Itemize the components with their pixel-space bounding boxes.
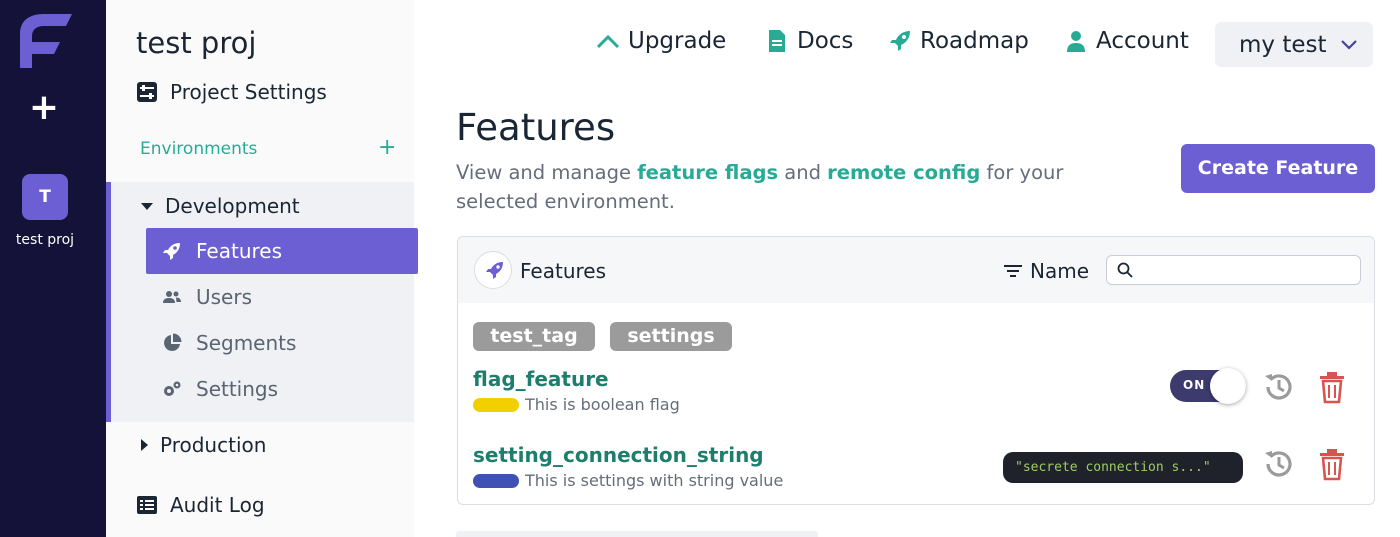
- sidebar-item-label: Features: [196, 239, 282, 263]
- document-icon: [769, 30, 785, 52]
- project-avatar[interactable]: T: [22, 174, 68, 220]
- features-panel-title: Features: [520, 259, 606, 283]
- sidebar-item-label: Settings: [196, 377, 279, 401]
- search-icon: [1117, 262, 1133, 278]
- users-icon: [163, 291, 181, 303]
- feature-description: This is boolean flag: [473, 395, 680, 414]
- project-name: test proj: [136, 26, 257, 60]
- sort-label: Name: [1030, 259, 1090, 283]
- sidebar-item-users[interactable]: Users: [146, 274, 418, 320]
- nav-docs-label: Docs: [797, 28, 854, 54]
- environment-name: Production: [160, 433, 267, 457]
- toggle-knob: [1210, 368, 1246, 404]
- sidebar-item-label: Segments: [196, 331, 297, 355]
- feature-flags-link[interactable]: feature flags: [637, 161, 778, 184]
- chevron-up-icon: [596, 34, 620, 49]
- app-rail: + T test proj: [0, 0, 106, 537]
- environment-development: Development Features Users Segments Sett…: [106, 182, 418, 422]
- environment-toggle-production[interactable]: Production: [141, 433, 266, 457]
- feature-name[interactable]: setting_connection_string: [473, 443, 764, 467]
- sort-icon: [1004, 265, 1022, 277]
- nav-account-label: Account: [1096, 28, 1189, 54]
- next-panel-edge: [456, 531, 818, 537]
- project-avatar-label: test proj: [15, 232, 75, 248]
- list-icon: [137, 496, 157, 514]
- rocket-icon: [486, 262, 503, 279]
- feature-description: This is settings with string value: [473, 471, 783, 490]
- remote-config-link[interactable]: remote config: [827, 161, 980, 184]
- history-icon[interactable]: [1262, 447, 1296, 481]
- page-description: View and manage feature flags and remote…: [456, 158, 1136, 216]
- rocket-icon: [163, 243, 180, 260]
- add-project-button[interactable]: +: [26, 90, 62, 126]
- feature-description-text: This is settings with string value: [525, 471, 784, 490]
- project-sidebar: test proj Project Settings Environments …: [106, 0, 418, 537]
- search-input[interactable]: [1139, 261, 1359, 279]
- rocket-icon: [890, 31, 910, 51]
- user-icon: [1067, 31, 1085, 52]
- nav-docs[interactable]: Docs: [765, 28, 853, 54]
- caret-right-icon: [141, 439, 148, 451]
- nav-roadmap-label: Roadmap: [920, 28, 1029, 54]
- create-feature-button[interactable]: Create Feature: [1181, 144, 1375, 193]
- sidebar-item-segments[interactable]: Segments: [146, 320, 418, 366]
- chevron-down-icon: [1341, 40, 1357, 50]
- features-panel-header: Features Name: [458, 237, 1374, 303]
- sidebar-item-audit-log[interactable]: Audit Log: [136, 493, 265, 517]
- environment-name: Development: [165, 194, 300, 218]
- cogs-icon: [164, 381, 181, 396]
- feature-value[interactable]: "secrete connection s...": [1003, 452, 1243, 483]
- pie-chart-icon: [164, 333, 182, 351]
- nav-account[interactable]: Account: [1064, 28, 1189, 54]
- toggle-state-label: ON: [1183, 378, 1206, 392]
- nav-upgrade[interactable]: Upgrade: [596, 28, 726, 54]
- environment-toggle-development[interactable]: Development: [141, 194, 300, 218]
- sidebar-item-label: Audit Log: [170, 493, 265, 517]
- features-panel: Features Name test_tag settings flag_fea…: [457, 236, 1375, 505]
- history-icon[interactable]: [1262, 370, 1296, 404]
- description-text: and: [778, 161, 828, 184]
- organisation-select[interactable]: my test: [1215, 22, 1373, 67]
- sliders-icon: [137, 82, 157, 102]
- search-box: [1106, 255, 1361, 285]
- sidebar-item-settings[interactable]: Settings: [146, 366, 418, 412]
- page-title: Features: [456, 106, 616, 149]
- feature-toggle[interactable]: ON: [1170, 368, 1246, 404]
- organisation-select-value: my test: [1239, 31, 1327, 58]
- tag-filter-test-tag[interactable]: test_tag: [473, 322, 595, 351]
- sidebar-item-label: Project Settings: [170, 80, 327, 104]
- feature-name[interactable]: flag_feature: [473, 367, 609, 391]
- sidebar-item-project-settings[interactable]: Project Settings: [136, 80, 327, 104]
- caret-down-icon: [141, 202, 153, 210]
- feature-description-text: This is boolean flag: [525, 395, 680, 414]
- trash-icon[interactable]: [1315, 370, 1349, 404]
- nav-roadmap[interactable]: Roadmap: [888, 28, 1029, 54]
- trash-icon[interactable]: [1315, 447, 1349, 481]
- sidebar-item-features[interactable]: Features: [146, 228, 418, 274]
- sidebar-item-label: Users: [196, 285, 253, 309]
- description-text: View and manage: [456, 161, 638, 184]
- add-environment-button[interactable]: +: [378, 135, 396, 160]
- environments-heading: Environments: [140, 139, 258, 159]
- sort-button[interactable]: Name: [1004, 259, 1089, 283]
- nav-upgrade-label: Upgrade: [628, 28, 727, 54]
- flagsmith-logo-icon[interactable]: [16, 12, 72, 68]
- feature-tag-pill: [473, 473, 519, 488]
- feature-tag-pill: [473, 397, 519, 412]
- tag-filter-settings[interactable]: settings: [610, 322, 732, 351]
- panel-icon: [474, 251, 512, 289]
